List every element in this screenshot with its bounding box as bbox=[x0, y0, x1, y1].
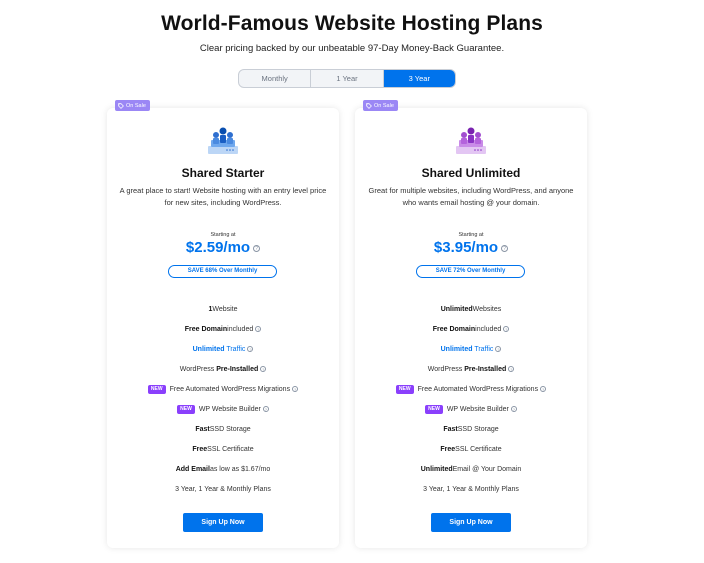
price-row: $3.95/mo? bbox=[355, 239, 587, 257]
badge-label: On Sale bbox=[126, 102, 146, 109]
feature-traffic: Unlimited Traffic? bbox=[440, 345, 502, 353]
feature-ssl: Free SSL Certificate bbox=[440, 445, 502, 453]
page-title: World-Famous Website Hosting Plans bbox=[161, 12, 543, 35]
plan-description: Great for multiple websites, including W… bbox=[368, 186, 574, 207]
feature-builder: NEW WP Website Builder? bbox=[355, 399, 587, 419]
page-subtitle: Clear pricing backed by our unbeatable 9… bbox=[199, 43, 505, 54]
feature-traffic: Unlimited Traffic? bbox=[192, 345, 254, 353]
new-tag: NEW bbox=[395, 384, 414, 394]
users-network-icon bbox=[456, 127, 486, 154]
plan-name: Shared Starter bbox=[181, 166, 265, 180]
savings-pill: SAVE 68% Over Monthly bbox=[168, 265, 277, 278]
info-icon[interactable]: ? bbox=[292, 386, 299, 392]
info-icon[interactable]: ? bbox=[508, 366, 515, 372]
feature-plans: 3 Year, 1 Year & Monthly Plans bbox=[175, 485, 271, 493]
feature-list: 1 Website Free Domain included? Unlimite… bbox=[107, 299, 339, 499]
info-icon[interactable]: ? bbox=[253, 245, 261, 252]
feature-email: Unlimited Email @ Your Domain bbox=[420, 465, 522, 473]
plan-card-shared-starter: On Sale Shared Starter A great place to … bbox=[107, 100, 339, 548]
info-icon[interactable]: ? bbox=[501, 245, 509, 252]
billing-option-1-year[interactable]: 1 Year bbox=[311, 70, 384, 87]
plan-description: A great place to start! Website hosting … bbox=[119, 186, 327, 207]
savings-pill: SAVE 72% Over Monthly bbox=[416, 265, 525, 278]
feature-migrations: NEW Free Automated WordPress Migrations? bbox=[355, 379, 587, 399]
billing-option-3-year[interactable]: 3 Year bbox=[383, 70, 455, 87]
users-network-icon bbox=[208, 127, 238, 154]
on-sale-badge: On Sale bbox=[363, 100, 398, 111]
feature-domain: Free Domain included? bbox=[184, 325, 262, 333]
plan-price: $2.59/mo bbox=[185, 239, 251, 256]
feature-storage: Fast SSD Storage bbox=[195, 425, 251, 433]
feature-websites: 1 Website bbox=[208, 305, 238, 313]
info-icon[interactable]: ? bbox=[495, 346, 502, 352]
plan-price: $3.95/mo bbox=[433, 239, 499, 256]
new-tag: NEW bbox=[425, 404, 443, 414]
feature-ssl: Free SSL Certificate bbox=[192, 445, 254, 453]
plan-card-shared-unlimited: On Sale Shared Unlimited Great for multi… bbox=[355, 100, 587, 548]
feature-email: Add Email as low as $1.67/mo bbox=[175, 465, 271, 473]
info-icon[interactable]: ? bbox=[510, 406, 517, 412]
feature-plans: 3 Year, 1 Year & Monthly Plans bbox=[423, 485, 519, 493]
info-icon[interactable]: ? bbox=[255, 326, 262, 332]
info-icon[interactable]: ? bbox=[247, 346, 254, 352]
starting-at-label: Starting at bbox=[458, 232, 484, 238]
feature-builder: NEW WP Website Builder? bbox=[107, 399, 339, 419]
tag-icon bbox=[366, 102, 372, 109]
info-icon[interactable]: ? bbox=[540, 386, 547, 392]
plan-name: Shared Unlimited bbox=[421, 166, 521, 180]
info-icon[interactable]: ? bbox=[260, 366, 267, 372]
starting-at-label: Starting at bbox=[210, 232, 236, 238]
feature-domain: Free Domain included? bbox=[432, 325, 510, 333]
tag-icon bbox=[118, 102, 124, 109]
on-sale-badge: On Sale bbox=[115, 100, 150, 111]
billing-option-monthly[interactable]: Monthly bbox=[239, 70, 312, 87]
feature-list: Unlimited Websites Free Domain included?… bbox=[355, 299, 587, 499]
price-row: $2.59/mo? bbox=[107, 239, 339, 257]
feature-migrations: NEW Free Automated WordPress Migrations? bbox=[107, 379, 339, 399]
badge-label: On Sale bbox=[374, 102, 394, 109]
feature-websites: Unlimited Websites bbox=[440, 305, 502, 313]
new-tag: NEW bbox=[177, 404, 195, 414]
new-tag: NEW bbox=[147, 384, 166, 394]
feature-wordpress: WordPress Pre-Installed? bbox=[179, 365, 267, 373]
sign-up-button[interactable]: Sign Up Now bbox=[431, 513, 511, 532]
info-icon[interactable]: ? bbox=[262, 406, 269, 412]
feature-storage: Fast SSD Storage bbox=[443, 425, 499, 433]
sign-up-button[interactable]: Sign Up Now bbox=[183, 513, 263, 532]
info-icon[interactable]: ? bbox=[503, 326, 510, 332]
feature-wordpress: WordPress Pre-Installed? bbox=[427, 365, 515, 373]
billing-toggle: Monthly 1 Year 3 Year bbox=[238, 69, 456, 88]
